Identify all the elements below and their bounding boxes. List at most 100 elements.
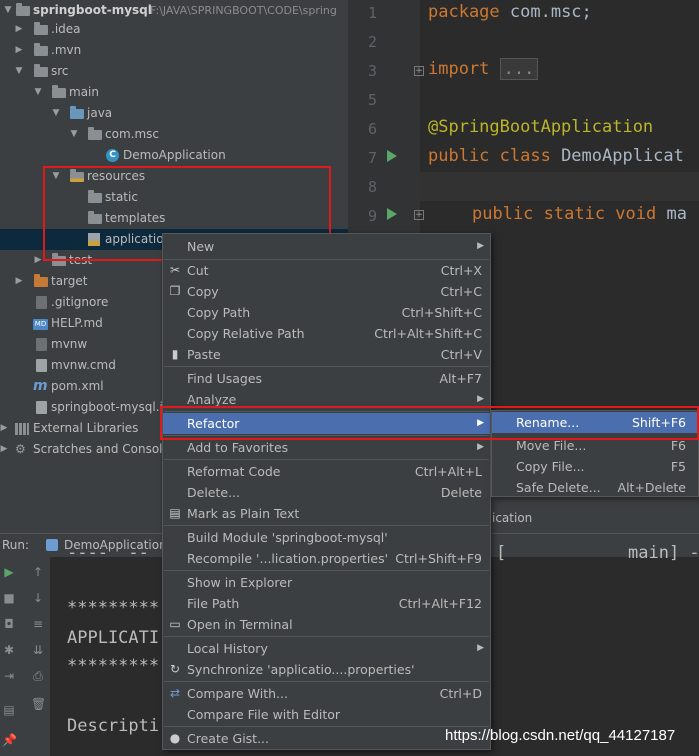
- tree-item-mvn[interactable]: ▶ .mvn: [0, 40, 348, 61]
- submenu-item-rename[interactable]: Rename... Shift+F6: [492, 412, 698, 433]
- menu-separator: [164, 726, 489, 727]
- menu-item-copy-relative-path[interactable]: Copy Relative Path Ctrl+Alt+Shift+C: [163, 323, 490, 344]
- trash-icon[interactable]: 🗑: [31, 697, 46, 711]
- layout-icon[interactable]: ▤: [2, 703, 16, 717]
- menu-item-mark-as-plain-text[interactable]: ▤ Mark as Plain Text: [163, 503, 490, 524]
- menu-item-copy[interactable]: ❐ Copy Ctrl+C: [163, 281, 490, 302]
- tree-item-label: templates: [105, 211, 166, 225]
- run-gutter-icon[interactable]: [387, 208, 397, 220]
- menu-separator: [164, 636, 489, 637]
- pin-icon[interactable]: 📌: [2, 733, 17, 747]
- tree-item-label: .mvn: [51, 43, 82, 57]
- line-number: 3: [367, 62, 377, 80]
- github-icon: ●: [169, 731, 181, 745]
- menu-item-show-in-explorer[interactable]: Show in Explorer: [163, 572, 490, 593]
- menu-item-build-module[interactable]: Build Module 'springboot-mysql': [163, 527, 490, 548]
- chevron-down-icon[interactable]: ▼: [2, 0, 14, 21]
- menu-item-reformat-code[interactable]: Reformat Code Ctrl+Alt+L: [163, 461, 490, 482]
- console-fragment: main] -: [628, 543, 699, 563]
- excluded-folder-icon: [34, 274, 48, 287]
- source-folder-icon: [70, 106, 84, 119]
- submenu-item-copy-file[interactable]: Copy File... F5: [492, 456, 698, 477]
- menu-item-synchronize[interactable]: ↻ Synchronize 'applicatio....properties': [163, 659, 490, 680]
- chevron-down-icon[interactable]: ▼: [13, 61, 25, 82]
- menu-item-recompile[interactable]: Recompile '...lication.properties' Ctrl+S…: [163, 548, 490, 569]
- tree-item-label: Scratches and Console: [33, 442, 170, 456]
- run-gutter-icon[interactable]: [387, 150, 397, 162]
- menu-item-file-path[interactable]: File Path Ctrl+Alt+F12: [163, 593, 490, 614]
- tree-item-templates[interactable]: templates: [0, 208, 348, 229]
- print-icon[interactable]: ⎙: [31, 669, 45, 683]
- menu-item-copy-path[interactable]: Copy Path Ctrl+Shift+C: [163, 302, 490, 323]
- chevron-right-icon[interactable]: ▶: [13, 19, 25, 40]
- submenu-item-safe-delete[interactable]: Safe Delete... Alt+Delete: [492, 477, 698, 498]
- tree-item-idea[interactable]: ▶ .idea: [0, 19, 348, 40]
- tree-item-com-msc[interactable]: ▼ com.msc: [0, 124, 348, 145]
- terminal-icon: ▭: [169, 617, 181, 631]
- tree-item-java[interactable]: ▼ java: [0, 103, 348, 124]
- chevron-down-icon[interactable]: ▼: [32, 82, 44, 103]
- fold-expand-icon[interactable]: +: [414, 66, 424, 76]
- arrow-down-icon[interactable]: ↓: [31, 591, 45, 605]
- menu-item-add-to-favorites[interactable]: Add to Favorites ▶: [163, 437, 490, 458]
- folder-icon: [34, 43, 48, 56]
- tree-item-label: java: [87, 106, 113, 120]
- menu-item-compare-with[interactable]: ⇄ Compare With... Ctrl+D: [163, 683, 490, 704]
- arrow-up-icon[interactable]: ↑: [31, 565, 45, 579]
- soft-wrap-icon[interactable]: ≡: [31, 617, 45, 631]
- keyword: package: [428, 2, 500, 22]
- line-number: 5: [367, 91, 377, 109]
- fold-expand-icon[interactable]: +: [414, 210, 424, 220]
- scissors-icon: ✂: [169, 263, 181, 277]
- chevron-right-icon[interactable]: ▶: [13, 40, 25, 61]
- tree-item-src[interactable]: ▼ src: [0, 61, 348, 82]
- menu-separator: [164, 435, 489, 436]
- refactor-submenu[interactable]: Rename... Shift+F6 Move File... F6 Copy Fi…: [491, 410, 699, 497]
- menu-item-new[interactable]: New ▶: [163, 236, 490, 257]
- chevron-right-icon[interactable]: ▶: [13, 271, 25, 292]
- camera-icon[interactable]: ◘: [2, 617, 16, 631]
- submenu-item-move-file[interactable]: Move File... F6: [492, 435, 698, 456]
- line-number: 8: [367, 178, 377, 196]
- menu-item-cut[interactable]: ✂ Cut Ctrl+X: [163, 260, 490, 281]
- menu-item-paste[interactable]: ▮ Paste Ctrl+V: [163, 344, 490, 365]
- tree-item-static[interactable]: static: [0, 187, 348, 208]
- menu-item-delete[interactable]: Delete... Delete: [163, 482, 490, 503]
- exit-icon[interactable]: ⇥: [2, 669, 16, 683]
- project-name: springboot-mysql: [33, 3, 152, 17]
- chevron-down-icon[interactable]: ▼: [50, 103, 62, 124]
- tree-item-resources[interactable]: ▼ resources: [0, 166, 348, 187]
- chevron-down-icon[interactable]: ▼: [50, 166, 62, 187]
- tree-item-label: .gitignore: [51, 295, 109, 309]
- menu-item-create-gist[interactable]: ● Create Gist...: [163, 728, 490, 749]
- chevron-right-icon[interactable]: ▶: [0, 439, 10, 460]
- debug-icon[interactable]: ✱: [2, 643, 16, 657]
- code-line-9: public static void ma: [472, 204, 687, 224]
- scroll-to-end-icon[interactable]: ⇊: [31, 643, 45, 657]
- console-line: *********: [67, 656, 160, 676]
- menu-item-compare-file-with-editor[interactable]: Compare File with Editor: [163, 704, 490, 725]
- tree-item-label: springboot-mysql.i: [51, 400, 163, 414]
- chevron-down-icon[interactable]: ▼: [68, 124, 80, 145]
- context-menu[interactable]: New ▶ ✂ Cut Ctrl+X ❐ Copy Ctrl+C Copy Path Ctr…: [162, 233, 491, 750]
- tree-item-demoapplication[interactable]: C DemoApplication: [0, 145, 348, 166]
- paste-icon: ▮: [171, 347, 179, 361]
- menu-item-find-usages[interactable]: Find Usages Alt+F7: [163, 368, 490, 389]
- spring-class-icon: C: [106, 149, 119, 162]
- tree-item-project-root[interactable]: ▼ springboot-mysql F:\JAVA\SPRINGBOOT\CO…: [0, 0, 348, 21]
- tree-item-label: applicatio: [105, 232, 164, 246]
- menu-item-analyze[interactable]: Analyze ▶: [163, 389, 490, 410]
- folder-icon: [52, 85, 66, 98]
- menu-item-local-history[interactable]: Local History ▶: [163, 638, 490, 659]
- menu-item-refactor[interactable]: Refactor ▶: [163, 413, 490, 434]
- menu-item-open-in-terminal[interactable]: ▭ Open in Terminal: [163, 614, 490, 635]
- folded-imports[interactable]: ...: [499, 58, 539, 80]
- chevron-right-icon[interactable]: ▶: [32, 250, 44, 271]
- chevron-right-icon[interactable]: ▶: [0, 418, 10, 439]
- rerun-icon[interactable]: ▶: [2, 565, 16, 579]
- code-text: com.msc;: [499, 2, 592, 22]
- tree-item-label: src: [51, 64, 69, 78]
- stop-icon[interactable]: ■: [2, 591, 16, 605]
- tree-item-label: test: [69, 253, 93, 267]
- tree-item-main[interactable]: ▼ main: [0, 82, 348, 103]
